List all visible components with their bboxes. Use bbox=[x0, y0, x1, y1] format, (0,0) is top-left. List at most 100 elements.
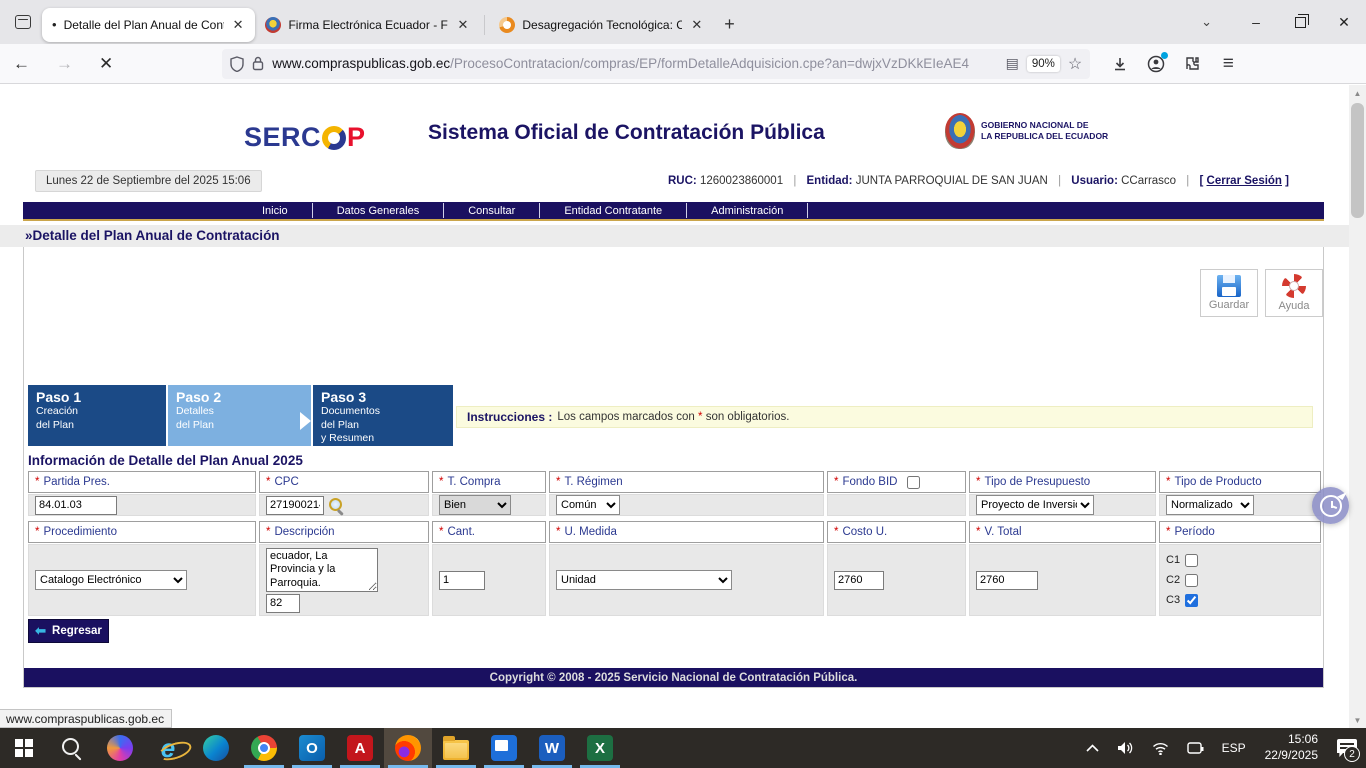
tab-desagregacion[interactable]: Desagregación Tecnológica: Cál ✕ bbox=[489, 8, 714, 42]
desagregacion-favicon bbox=[499, 17, 515, 33]
sercop-o-icon bbox=[322, 126, 346, 150]
tab-firma-electronica[interactable]: Firma Electrónica Ecuador - Firn ✕ bbox=[255, 8, 480, 42]
extensions-icon[interactable] bbox=[1176, 49, 1208, 79]
bookmark-star-icon[interactable]: ☆ bbox=[1068, 54, 1082, 74]
forward-icon[interactable]: → bbox=[43, 54, 86, 74]
word-icon: W bbox=[539, 735, 565, 761]
tab-close-icon[interactable]: ✕ bbox=[455, 17, 470, 33]
account-icon[interactable] bbox=[1140, 49, 1172, 79]
taskbar-presentation-app[interactable] bbox=[480, 728, 528, 768]
fondo-bid-checkbox[interactable] bbox=[907, 476, 920, 489]
costo-u-input[interactable] bbox=[834, 571, 884, 590]
tab-title: Detalle del Plan Anual de Contr bbox=[64, 18, 224, 32]
cast-display-icon[interactable] bbox=[1178, 728, 1213, 768]
periodo-c1-checkbox[interactable] bbox=[1185, 554, 1198, 567]
cpc-search-icon[interactable] bbox=[328, 497, 344, 513]
nav-datos-generales[interactable]: Datos Generales bbox=[313, 203, 445, 218]
tray-clock[interactable]: 15:06 22/9/2025 bbox=[1255, 732, 1328, 763]
url-bar[interactable]: www.compraspublicas.gob.ec/ProcesoContra… bbox=[222, 49, 1090, 79]
taskbar-excel[interactable]: X bbox=[576, 728, 624, 768]
nav-administracion[interactable]: Administración bbox=[687, 203, 808, 218]
new-tab-button[interactable]: + bbox=[714, 14, 745, 35]
tray-time: 15:06 bbox=[1265, 732, 1318, 748]
taskbar-internet-explorer[interactable]: e bbox=[144, 728, 192, 768]
descripcion-textarea[interactable]: ecuador, La Provincia y la Parroquia. bbox=[266, 548, 378, 592]
header-u-medida: *U. Medida bbox=[549, 521, 824, 543]
taskbar-copilot[interactable] bbox=[96, 728, 144, 768]
window-close-button[interactable]: ✕ bbox=[1322, 0, 1366, 44]
file-explorer-icon bbox=[443, 740, 469, 760]
periodo-c3-checkbox[interactable] bbox=[1185, 594, 1198, 607]
tipo-producto-select[interactable]: Normalizado bbox=[1166, 495, 1254, 515]
scroll-up-icon[interactable]: ▲ bbox=[1349, 85, 1366, 101]
taskbar-outlook[interactable]: O bbox=[288, 728, 336, 768]
u-medida-select[interactable]: Unidad bbox=[556, 570, 732, 590]
t-compra-select[interactable]: Bien bbox=[439, 495, 511, 515]
v-total-input[interactable] bbox=[976, 571, 1038, 590]
taskbar-acrobat[interactable]: A bbox=[336, 728, 384, 768]
back-icon[interactable]: ← bbox=[0, 54, 43, 74]
scroll-down-icon[interactable]: ▼ bbox=[1349, 712, 1366, 728]
firefox-view-icon[interactable] bbox=[8, 7, 38, 37]
partida-input[interactable] bbox=[35, 496, 117, 515]
sercop-logo: SERC P bbox=[244, 122, 366, 153]
header-t-compra: *T. Compra bbox=[432, 471, 546, 493]
tab-close-icon[interactable]: ✕ bbox=[231, 17, 246, 33]
page-scrollbar[interactable]: ▲ ▼ bbox=[1349, 85, 1366, 728]
logout-link[interactable]: Cerrar Sesión bbox=[1207, 175, 1282, 187]
taskbar-file-explorer[interactable] bbox=[432, 728, 480, 768]
section-title: Información de Detalle del Plan Anual 20… bbox=[28, 453, 303, 468]
cantidad-input[interactable] bbox=[439, 571, 485, 590]
lock-icon[interactable] bbox=[252, 56, 264, 71]
periodo-c2-checkbox[interactable] bbox=[1185, 574, 1198, 587]
notification-center[interactable]: 2 bbox=[1328, 728, 1366, 768]
shield-icon[interactable] bbox=[230, 56, 244, 72]
header-descripcion: *Descripción bbox=[259, 521, 429, 543]
descripcion-extra-input[interactable] bbox=[266, 594, 300, 613]
stop-icon[interactable]: ✕ bbox=[86, 54, 126, 74]
guardar-button[interactable]: Guardar bbox=[1200, 269, 1258, 317]
tab-detalle-plan[interactable]: • Detalle del Plan Anual de Contr ✕ bbox=[42, 8, 255, 42]
tipo-presupuesto-select[interactable]: Proyecto de Inversión bbox=[976, 495, 1094, 515]
restore-button[interactable] bbox=[1278, 0, 1322, 44]
tray-chevron-icon[interactable] bbox=[1077, 728, 1108, 768]
floating-timer-badge[interactable] bbox=[1312, 487, 1349, 524]
search-icon bbox=[61, 737, 83, 759]
taskbar-edge[interactable] bbox=[192, 728, 240, 768]
ayuda-button[interactable]: Ayuda bbox=[1265, 269, 1323, 317]
clock-icon bbox=[1320, 495, 1342, 517]
taskbar-firefox-active[interactable] bbox=[384, 728, 432, 768]
volume-icon[interactable] bbox=[1108, 728, 1143, 768]
menu-icon[interactable]: ≡ bbox=[1212, 49, 1244, 79]
taskbar-chrome[interactable] bbox=[240, 728, 288, 768]
nav-entidad-contratante[interactable]: Entidad Contratante bbox=[540, 203, 687, 218]
reader-mode-icon[interactable]: ▤ bbox=[1006, 55, 1019, 72]
language-indicator[interactable]: ESP bbox=[1213, 728, 1255, 768]
header-v-total: *V. Total bbox=[969, 521, 1156, 543]
tab-list-chevron-icon[interactable]: ⌄ bbox=[1179, 14, 1234, 30]
tray-date: 22/9/2025 bbox=[1265, 748, 1318, 764]
taskbar-search[interactable] bbox=[48, 728, 96, 768]
nav-inicio[interactable]: Inicio bbox=[238, 203, 313, 218]
acrobat-icon: A bbox=[347, 735, 373, 761]
zoom-level-badge[interactable]: 90% bbox=[1027, 56, 1060, 72]
regresar-button[interactable]: ⬅ Regresar bbox=[28, 619, 109, 643]
windows-logo-icon bbox=[15, 739, 33, 757]
cpc-input[interactable] bbox=[266, 496, 324, 515]
help-lifesaver-icon bbox=[1282, 274, 1306, 298]
procedimiento-select[interactable]: Catalogo Electrónico bbox=[35, 570, 187, 590]
downloads-icon[interactable] bbox=[1104, 49, 1136, 79]
taskbar-word[interactable]: W bbox=[528, 728, 576, 768]
gobierno-logo: GOBIERNO NACIONAL DE LA REPUBLICA DEL EC… bbox=[945, 113, 1108, 149]
tab-close-icon[interactable]: ✕ bbox=[689, 17, 704, 33]
scrollbar-thumb[interactable] bbox=[1351, 103, 1364, 218]
nav-consultar[interactable]: Consultar bbox=[444, 203, 540, 218]
presentation-app-icon bbox=[491, 735, 517, 761]
date-banner: Lunes 22 de Septiembre del 2025 15:06 bbox=[35, 170, 262, 192]
wifi-icon[interactable] bbox=[1143, 728, 1178, 768]
url-text[interactable]: www.compraspublicas.gob.ec/ProcesoContra… bbox=[272, 56, 997, 71]
form-header-row-2: *Procedimiento *Descripción *Cant. *U. M… bbox=[28, 521, 1321, 543]
start-button[interactable] bbox=[0, 728, 48, 768]
t-regimen-select[interactable]: Común bbox=[556, 495, 620, 515]
minimize-button[interactable]: – bbox=[1234, 0, 1278, 44]
